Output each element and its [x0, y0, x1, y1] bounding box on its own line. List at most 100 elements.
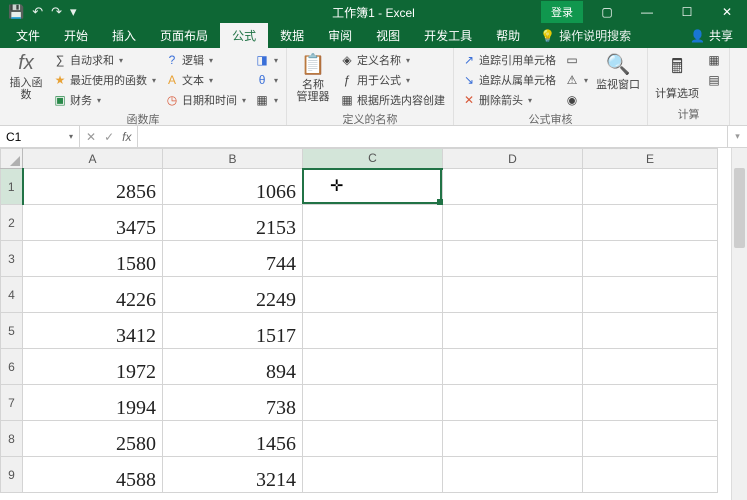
cell[interactable] — [443, 385, 583, 421]
cell[interactable] — [303, 205, 443, 241]
tab-dev[interactable]: 开发工具 — [412, 23, 484, 48]
evaluate-button[interactable]: ◉ — [563, 90, 590, 110]
tab-formulas[interactable]: 公式 — [220, 23, 268, 48]
cell[interactable] — [583, 277, 718, 313]
close-icon[interactable]: ✕ — [707, 0, 747, 24]
error-check-button[interactable]: ⚠▾ — [563, 70, 590, 90]
formula-input[interactable] — [138, 126, 727, 147]
cell[interactable] — [443, 457, 583, 493]
cell[interactable] — [583, 385, 718, 421]
watch-window-button[interactable]: 🔍 监视窗口 — [593, 50, 643, 93]
tab-layout[interactable]: 页面布局 — [148, 23, 220, 48]
scrollbar-thumb[interactable] — [734, 168, 745, 248]
cell[interactable] — [583, 169, 718, 205]
vertical-scrollbar[interactable] — [731, 148, 747, 500]
trace-precedents-button[interactable]: ↗追踪引用单元格 — [460, 50, 558, 70]
select-all-corner[interactable] — [1, 149, 23, 169]
cell[interactable] — [303, 457, 443, 493]
cell[interactable] — [303, 349, 443, 385]
cell[interactable]: 1066 — [163, 169, 303, 205]
cancel-icon[interactable]: ✕ — [86, 130, 96, 144]
cell[interactable] — [583, 349, 718, 385]
cell[interactable]: 744 — [163, 241, 303, 277]
cell[interactable]: 1994 — [23, 385, 163, 421]
name-box[interactable]: C1 ▾ — [0, 126, 80, 147]
cell[interactable]: 1972 — [23, 349, 163, 385]
calc-now-button[interactable]: ▦ — [705, 50, 723, 70]
cell[interactable] — [583, 457, 718, 493]
cell[interactable]: 1456 — [163, 421, 303, 457]
minimize-icon[interactable]: — — [627, 0, 667, 24]
cell[interactable]: 2580 — [23, 421, 163, 457]
financial-button[interactable]: ▣财务▾ — [51, 90, 158, 110]
tell-me[interactable]: 💡操作说明搜索 — [532, 23, 639, 48]
cell[interactable]: 1580 — [23, 241, 163, 277]
tab-home[interactable]: 开始 — [52, 23, 100, 48]
cell[interactable] — [443, 277, 583, 313]
cell[interactable] — [443, 169, 583, 205]
cell[interactable]: 2153 — [163, 205, 303, 241]
save-icon[interactable]: 💾 — [8, 4, 24, 20]
cell[interactable]: 4588 — [23, 457, 163, 493]
autosum-button[interactable]: ∑自动求和▾ — [51, 50, 158, 70]
logical-button[interactable]: ?逻辑▾ — [163, 50, 248, 70]
cell[interactable] — [443, 349, 583, 385]
cell[interactable]: 1517 — [163, 313, 303, 349]
more-functions-button[interactable]: ▦▾ — [253, 90, 280, 110]
chevron-down-icon[interactable]: ▾ — [69, 132, 73, 141]
cell[interactable] — [583, 205, 718, 241]
cell[interactable] — [303, 277, 443, 313]
define-name-button[interactable]: ◈定义名称▾ — [338, 50, 447, 70]
cell[interactable]: 3214 — [163, 457, 303, 493]
ribbon-options-icon[interactable]: ▢ — [587, 0, 627, 24]
math-button[interactable]: θ▾ — [253, 70, 280, 90]
insert-function-button[interactable]: fx 插入函数 — [4, 50, 48, 103]
qat-more-icon[interactable]: ▾ — [70, 4, 77, 20]
row-header[interactable]: 6 — [1, 349, 23, 385]
column-header-b[interactable]: B — [163, 149, 303, 169]
cell[interactable] — [443, 241, 583, 277]
text-button[interactable]: A文本▾ — [163, 70, 248, 90]
column-header-e[interactable]: E — [583, 149, 718, 169]
row-header[interactable]: 7 — [1, 385, 23, 421]
maximize-icon[interactable]: ☐ — [667, 0, 707, 24]
column-header-d[interactable]: D — [443, 149, 583, 169]
cell[interactable]: 4226 — [23, 277, 163, 313]
cell[interactable]: 2249 — [163, 277, 303, 313]
row-header[interactable]: 8 — [1, 421, 23, 457]
cell[interactable] — [303, 169, 443, 205]
cell[interactable] — [583, 421, 718, 457]
cell[interactable]: 738 — [163, 385, 303, 421]
column-header-a[interactable]: A — [23, 149, 163, 169]
calc-sheet-button[interactable]: ▤ — [705, 70, 723, 90]
cell[interactable] — [443, 421, 583, 457]
cell[interactable] — [443, 313, 583, 349]
cell[interactable] — [443, 205, 583, 241]
row-header[interactable]: 4 — [1, 277, 23, 313]
login-button[interactable]: 登录 — [541, 1, 583, 23]
show-formulas-button[interactable]: ▭ — [563, 50, 590, 70]
cell[interactable] — [303, 385, 443, 421]
cell[interactable]: 3412 — [23, 313, 163, 349]
tab-insert[interactable]: 插入 — [100, 23, 148, 48]
cell[interactable]: 894 — [163, 349, 303, 385]
cell[interactable] — [583, 313, 718, 349]
tab-data[interactable]: 数据 — [268, 23, 316, 48]
tab-review[interactable]: 审阅 — [316, 23, 364, 48]
cell[interactable] — [303, 313, 443, 349]
expand-formula-bar-icon[interactable]: ▾ — [727, 126, 747, 147]
create-from-selection-button[interactable]: ▦根据所选内容创建 — [338, 90, 447, 110]
recent-functions-button[interactable]: ★最近使用的函数▾ — [51, 70, 158, 90]
tab-file[interactable]: 文件 — [4, 23, 52, 48]
fx-icon[interactable]: fx — [122, 130, 131, 144]
undo-icon[interactable]: ↶ — [32, 4, 43, 20]
cell[interactable] — [303, 241, 443, 277]
share-button[interactable]: 👤共享 — [680, 23, 743, 48]
row-header[interactable]: 2 — [1, 205, 23, 241]
name-manager-button[interactable]: 📋 名称 管理器 — [291, 50, 335, 105]
row-header[interactable]: 3 — [1, 241, 23, 277]
trace-dependents-button[interactable]: ↘追踪从属单元格 — [460, 70, 558, 90]
use-in-formula-button[interactable]: ƒ用于公式▾ — [338, 70, 447, 90]
column-header-c[interactable]: C — [303, 149, 443, 169]
spreadsheet-grid[interactable]: A B C D E 128561066 234752153 31580744 4… — [0, 148, 747, 500]
